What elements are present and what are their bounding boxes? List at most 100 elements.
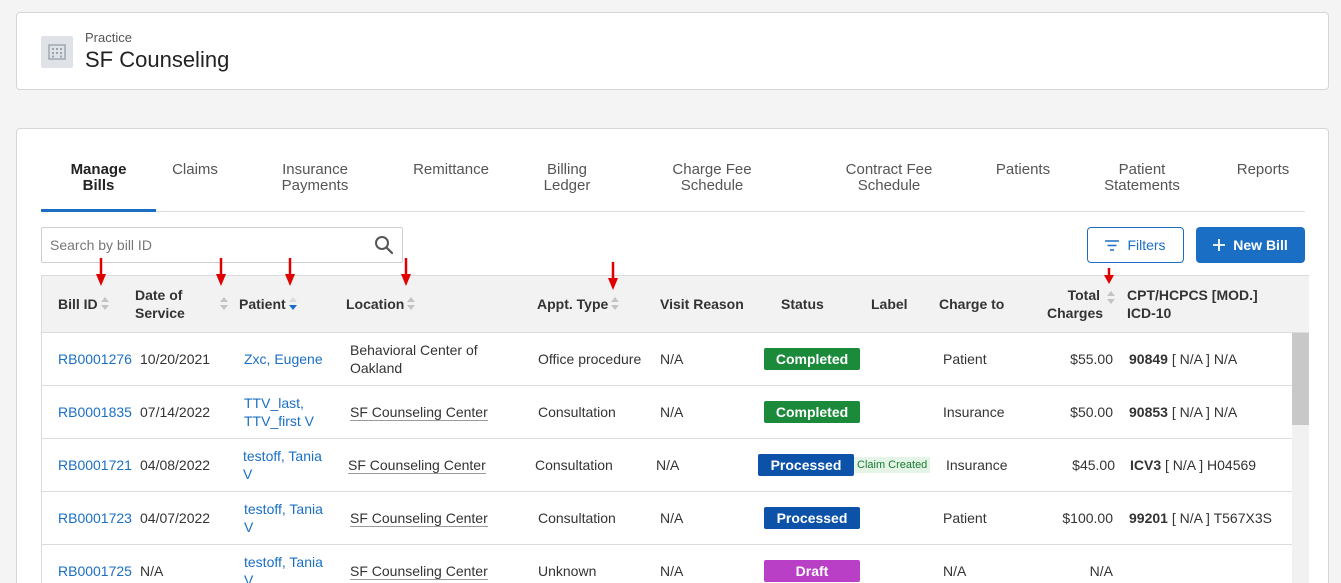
plus-icon (1213, 239, 1226, 251)
tab-insurance-payments[interactable]: Insurance Payments (274, 162, 356, 194)
annotation-arrow-icon (401, 258, 411, 286)
col-bill-id[interactable]: Bill ID (58, 295, 109, 313)
location: SF Counseling Center (350, 510, 488, 527)
building-icon (41, 36, 73, 68)
billing-panel: Manage Bills Claims Insurance Payments R… (16, 128, 1329, 583)
bill-id-link[interactable]: RB0001725 (58, 562, 132, 580)
date-of-service: 04/08/2022 (140, 457, 211, 473)
annotation-arrow-icon (285, 258, 295, 286)
total-charges: N/A (1089, 563, 1113, 579)
total-charges: $45.00 (1072, 457, 1115, 473)
tab-patients[interactable]: Patients (991, 162, 1055, 178)
new-bill-label: New Bill (1233, 237, 1288, 253)
status-badge: Draft (764, 560, 860, 582)
search-input[interactable] (42, 228, 362, 262)
sort-desc-icon[interactable] (288, 297, 297, 311)
bill-id-link[interactable]: RB0001723 (58, 509, 132, 527)
tab-billing-ledger[interactable]: Billing Ledger (537, 162, 597, 194)
tab-remittance[interactable]: Remittance (409, 162, 493, 178)
practice-header: Practice SF Counseling (16, 12, 1329, 90)
charge-to: Insurance (946, 457, 1008, 473)
col-location[interactable]: Location (346, 295, 416, 313)
status-badge: Completed (764, 401, 860, 423)
date-of-service: N/A (140, 563, 164, 579)
charge-to: Insurance (943, 404, 1005, 420)
location: SF Counseling Center (348, 457, 486, 474)
status-badge: Processed (758, 454, 854, 476)
table-row[interactable]: RB0001725 N/A testoff, Tania V SF Counse… (42, 545, 1292, 583)
patient-link[interactable]: testoff, Tania V (244, 500, 323, 536)
date-of-service: 07/14/2022 (140, 404, 211, 420)
col-cpt-icd: CPT/HCPCS [MOD.] ICD-10 (1127, 287, 1258, 321)
total-charges: $55.00 (1070, 351, 1113, 367)
tab-reports[interactable]: Reports (1231, 162, 1295, 178)
charge-to: N/A (943, 563, 967, 579)
cpt-icd: 90849 [ N/A ] N/A (1129, 351, 1238, 367)
patient-link[interactable]: testoff, Tania V (244, 553, 323, 583)
tab-patient-statements[interactable]: Patient Statements (1097, 162, 1187, 194)
billing-tabs: Manage Bills Claims Insurance Payments R… (41, 129, 1305, 212)
visit-reason: N/A (660, 510, 684, 526)
appt-type: Consultation (535, 457, 613, 473)
sort-icon[interactable] (100, 297, 109, 311)
bill-id-link[interactable]: RB0001721 (58, 456, 132, 474)
practice-label: Practice (85, 30, 132, 45)
table-header: Bill ID Date of Service Patient Location… (42, 276, 1309, 333)
annotation-arrow-icon (216, 258, 226, 286)
visit-reason: N/A (660, 563, 684, 579)
col-date-of-service[interactable]: Date of Service (135, 286, 185, 322)
annotation-arrow-icon (1104, 268, 1114, 284)
appt-type: Office procedure (538, 351, 642, 367)
search-icon[interactable] (374, 235, 394, 255)
charge-to: Patient (943, 351, 987, 367)
status-badge: Processed (764, 507, 860, 529)
new-bill-button[interactable]: New Bill (1196, 227, 1305, 263)
visit-reason: N/A (660, 404, 684, 420)
tab-manage-bills[interactable]: Manage Bills (41, 162, 156, 194)
visit-reason: N/A (660, 351, 684, 367)
cpt-icd: 99201 [ N/A ] T567X3S (1129, 510, 1272, 526)
tab-charge-fee-schedule[interactable]: Charge Fee Schedule (667, 162, 757, 194)
sort-icon[interactable] (1107, 291, 1115, 305)
table-scrollbar[interactable] (1292, 333, 1309, 583)
sort-icon[interactable] (220, 297, 228, 311)
col-charge-to: Charge to (939, 296, 1005, 312)
col-patient[interactable]: Patient (239, 295, 297, 313)
table-row[interactable]: RB0001835 07/14/2022 TTV_last, TTV_first… (42, 386, 1292, 439)
location: SF Counseling Center (350, 563, 488, 580)
date-of-service: 10/20/2021 (140, 351, 211, 367)
sort-icon[interactable] (611, 297, 620, 311)
scrollbar-thumb[interactable] (1292, 333, 1309, 425)
tab-claims[interactable]: Claims (165, 162, 225, 178)
practice-name: SF Counseling (85, 47, 230, 72)
location: SF Counseling Center (350, 404, 488, 421)
bill-id-link[interactable]: RB0001835 (58, 403, 132, 421)
table-row[interactable]: RB0001723 04/07/2022 testoff, Tania V SF… (42, 492, 1292, 545)
bill-id-link[interactable]: RB0001276 (58, 350, 132, 368)
sort-icon[interactable] (407, 297, 416, 311)
label-badge: Claim Created (854, 457, 931, 473)
patient-link[interactable]: TTV_last, TTV_first V (244, 394, 314, 430)
appt-type: Unknown (538, 563, 597, 579)
visit-reason: N/A (656, 457, 680, 473)
col-label: Label (871, 296, 908, 312)
tab-contract-fee-schedule[interactable]: Contract Fee Schedule (839, 162, 939, 194)
col-status: Status (781, 296, 824, 312)
total-charges: $100.00 (1062, 510, 1113, 526)
col-total-charges[interactable]: Total Charges (1047, 286, 1103, 322)
appt-type: Consultation (538, 404, 616, 420)
date-of-service: 04/07/2022 (140, 510, 211, 526)
col-appt-type[interactable]: Appt. Type (537, 295, 620, 313)
bills-table: Bill ID Date of Service Patient Location… (41, 275, 1309, 583)
cpt-icd: ICV3 [ N/A ] H04569 (1130, 457, 1257, 473)
patient-link[interactable]: Zxc, Eugene (244, 350, 323, 368)
filters-label: Filters (1127, 237, 1166, 253)
filters-button[interactable]: Filters (1087, 227, 1184, 263)
cpt-icd: 90853 [ N/A ] N/A (1129, 404, 1238, 420)
status-badge: Completed (764, 348, 860, 370)
col-visit-reason: Visit Reason (660, 296, 744, 312)
patient-link[interactable]: testoff, Tania V (243, 447, 322, 483)
annotation-arrow-icon (608, 262, 618, 290)
table-row[interactable]: RB0001721 04/08/2022 testoff, Tania V SF… (42, 439, 1292, 492)
table-row[interactable]: RB0001276 10/20/2021 Zxc, Eugene Behavio… (42, 333, 1292, 386)
